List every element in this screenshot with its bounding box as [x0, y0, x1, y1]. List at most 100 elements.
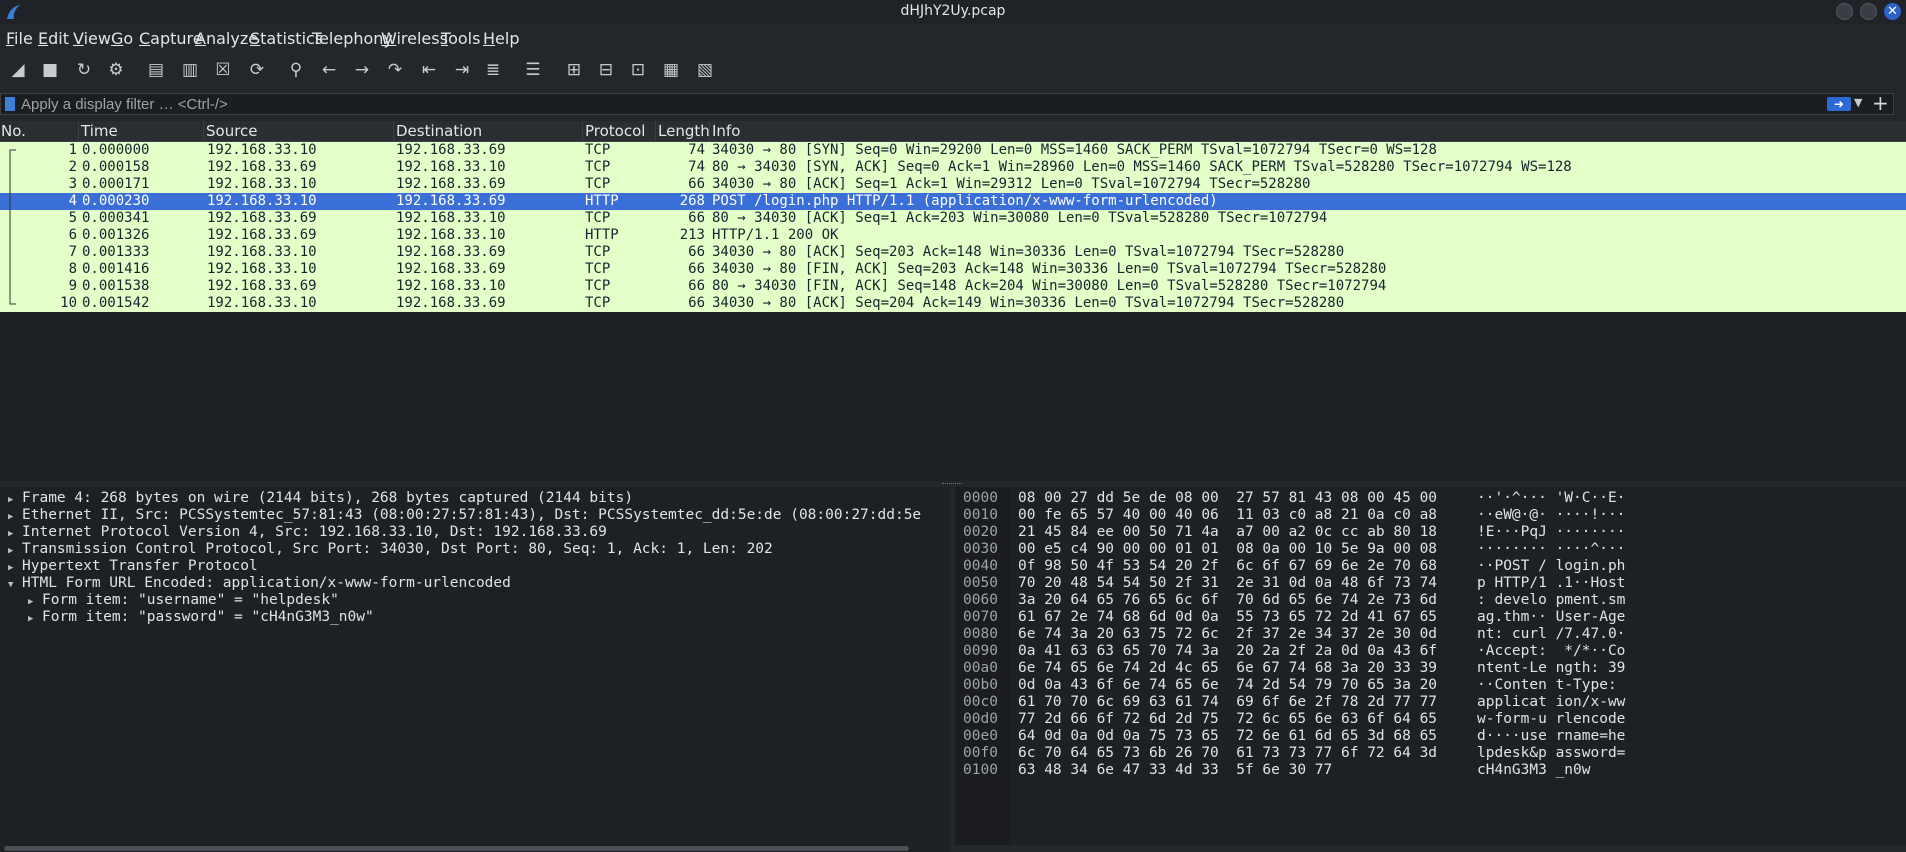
column-header-protocol[interactable]: Protocol — [584, 122, 645, 141]
scrollbar-thumb[interactable] — [4, 846, 909, 851]
packet-number: 7 — [68, 244, 77, 260]
hex-offset: 0090 — [963, 643, 998, 659]
collapsed-arrow-icon[interactable]: ▶ — [8, 492, 22, 507]
packet-row[interactable]: 4 0.000230 192.168.33.10 192.168.33.69 HTTP 2… — [0, 193, 1906, 210]
collapsed-arrow-icon[interactable]: ▶ — [28, 611, 42, 626]
menu-go[interactable]: Go — [111, 29, 133, 48]
capture-options-icon[interactable]: ⚙ — [102, 56, 130, 84]
packet-protocol: TCP — [585, 261, 611, 277]
detail-tree-item[interactable]: ▶ Form item: "username" = "helpdesk" — [28, 592, 339, 609]
packet-time: 0.001538 — [82, 278, 150, 294]
menu-wireless[interactable]: Wireless — [381, 29, 448, 48]
packet-length: 66 — [688, 261, 705, 277]
go-last-icon[interactable]: ⇥ — [448, 56, 476, 84]
menu-capture[interactable]: Capture — [139, 29, 203, 48]
detail-text: Frame 4: 268 bytes on wire (2144 bits), … — [22, 490, 634, 506]
zoom-in-icon[interactable]: ⊞ — [560, 56, 588, 84]
column-header-source[interactable]: Source — [205, 122, 258, 141]
packet-length: 66 — [688, 210, 705, 226]
packet-number: 10 — [60, 295, 77, 311]
packet-row[interactable]: 6 0.001326 192.168.33.69 192.168.33.10 HTTP 2… — [0, 227, 1906, 244]
collapsed-arrow-icon[interactable]: ▶ — [8, 509, 22, 524]
filter-bookmark-icon[interactable] — [5, 97, 15, 111]
add-filter-button[interactable]: + — [1872, 92, 1889, 114]
hex-ascii: ag.thm·· User-Age — [1477, 609, 1626, 625]
go-forward-icon[interactable]: → — [348, 56, 376, 84]
packet-row[interactable]: 7 0.001333 192.168.33.10 192.168.33.69 TCP 66… — [0, 244, 1906, 261]
packet-row[interactable]: 2 0.000158 192.168.33.69 192.168.33.10 TCP 74… — [0, 159, 1906, 176]
reload-file-icon[interactable]: ⟳ — [243, 56, 271, 84]
detail-tree-item[interactable]: ▶ Frame 4: 268 bytes on wire (2144 bits),… — [8, 490, 633, 507]
detail-tree-item[interactable]: ▶ Transmission Control Protocol, Src Port… — [8, 541, 773, 558]
display-filter-input[interactable] — [21, 95, 1801, 113]
detail-text: Transmission Control Protocol, Src Port:… — [22, 541, 773, 557]
packet-length: 213 — [679, 227, 705, 243]
restart-capture-icon[interactable]: ↻ — [70, 56, 98, 84]
find-packet-icon[interactable]: ⚲ — [282, 56, 310, 84]
maximize-button[interactable] — [1860, 3, 1877, 20]
detail-tree-item[interactable]: ▶ Internet Protocol Version 4, Src: 192.1… — [8, 524, 607, 541]
menu-edit[interactable]: Edit — [38, 29, 69, 48]
packet-number: 3 — [68, 176, 77, 192]
expanded-arrow-icon[interactable]: ▼ — [8, 577, 22, 592]
packet-row[interactable]: 1 0.000000 192.168.33.10 192.168.33.69 TCP 74… — [0, 142, 1906, 159]
column-header-no[interactable]: No. — [0, 122, 26, 141]
go-first-icon[interactable]: ⇤ — [415, 56, 443, 84]
close-file-icon[interactable]: ☒ — [209, 56, 237, 84]
packet-number: 6 — [68, 227, 77, 243]
zoom-out-icon[interactable]: ⊟ — [592, 56, 620, 84]
collapsed-arrow-icon[interactable]: ▶ — [8, 560, 22, 575]
close-window-button[interactable]: ✕ — [1884, 3, 1901, 20]
detail-tree-item[interactable]: ▶ Form item: "password" = "cH4nG3M3_n0w" — [28, 609, 374, 626]
packet-info: 34030 → 80 [ACK] Seq=203 Ack=148 Win=303… — [712, 244, 1345, 260]
save-file-icon[interactable]: ▥ — [176, 56, 204, 84]
hex-offset: 0020 — [963, 524, 998, 540]
stop-capture-icon[interactable]: ■ — [36, 56, 64, 84]
layout-icon[interactable]: ▧ — [691, 56, 719, 84]
packet-row[interactable]: 5 0.000341 192.168.33.69 192.168.33.10 TCP 66… — [0, 210, 1906, 227]
packet-source: 192.168.33.10 — [207, 295, 317, 311]
menu-help[interactable]: Help — [483, 29, 519, 48]
menu-analyze[interactable]: Analyze — [195, 29, 258, 48]
details-horizontal-scrollbar[interactable] — [0, 845, 950, 852]
packet-destination: 192.168.33.10 — [396, 227, 506, 243]
collapsed-arrow-icon[interactable]: ▶ — [8, 543, 22, 558]
colorize-icon[interactable]: ☰ — [519, 56, 547, 84]
packet-protocol: TCP — [585, 295, 611, 311]
hex-bytes: 70 20 48 54 54 50 2f 31 2e 31 0d 0a 48 6… — [1018, 575, 1438, 591]
menu-view[interactable]: View — [73, 29, 111, 48]
packet-protocol: TCP — [585, 278, 611, 294]
hex-ascii: d····use rname=he — [1477, 728, 1626, 744]
resize-columns-icon[interactable]: ▦ — [657, 56, 685, 84]
detail-tree-item[interactable]: ▼ HTML Form URL Encoded: application/x-ww… — [8, 575, 511, 592]
open-file-icon[interactable]: ▤ — [142, 56, 170, 84]
packet-row[interactable]: 9 0.001538 192.168.33.69 192.168.33.10 TCP 66… — [0, 278, 1906, 295]
packet-length: 74 — [688, 142, 705, 158]
menu-file[interactable]: File — [6, 29, 33, 48]
column-header-length[interactable]: Length — [657, 122, 710, 141]
minimize-button[interactable] — [1836, 3, 1853, 20]
packet-row[interactable]: 3 0.000171 192.168.33.10 192.168.33.69 TCP 66… — [0, 176, 1906, 193]
detail-tree-item[interactable]: ▶ Hypertext Transfer Protocol — [8, 558, 258, 575]
auto-scroll-icon[interactable]: ≣ — [479, 56, 507, 84]
column-header-time[interactable]: Time — [80, 122, 118, 141]
collapsed-arrow-icon[interactable]: ▶ — [8, 526, 22, 541]
packet-protocol: TCP — [585, 210, 611, 226]
start-capture-icon[interactable]: ◢ — [4, 56, 32, 84]
normal-size-icon[interactable]: ⊡ — [624, 56, 652, 84]
packet-row[interactable]: 8 0.001416 192.168.33.10 192.168.33.69 TCP 66… — [0, 261, 1906, 278]
detail-text: Hypertext Transfer Protocol — [22, 558, 258, 574]
detail-tree-item[interactable]: ▶ Ethernet II, Src: PCSSystemtec_57:81:43… — [8, 507, 921, 524]
column-header-info[interactable]: Info — [711, 122, 740, 141]
go-to-packet-icon[interactable]: ↷ — [381, 56, 409, 84]
column-header-destination[interactable]: Destination — [395, 122, 482, 141]
collapsed-arrow-icon[interactable]: ▶ — [28, 594, 42, 609]
packet-source: 192.168.33.10 — [207, 193, 317, 209]
apply-filter-button[interactable]: ➜ — [1827, 97, 1851, 111]
packet-protocol: HTTP — [585, 227, 619, 243]
menu-tools[interactable]: Tools — [441, 29, 480, 48]
packet-time: 0.000171 — [82, 176, 150, 192]
filter-history-dropdown-icon[interactable]: ▼ — [1854, 96, 1862, 109]
go-back-icon[interactable]: ← — [315, 56, 343, 84]
packet-row[interactable]: 10 0.001542 192.168.33.10 192.168.33.69 TCP 6… — [0, 295, 1906, 312]
